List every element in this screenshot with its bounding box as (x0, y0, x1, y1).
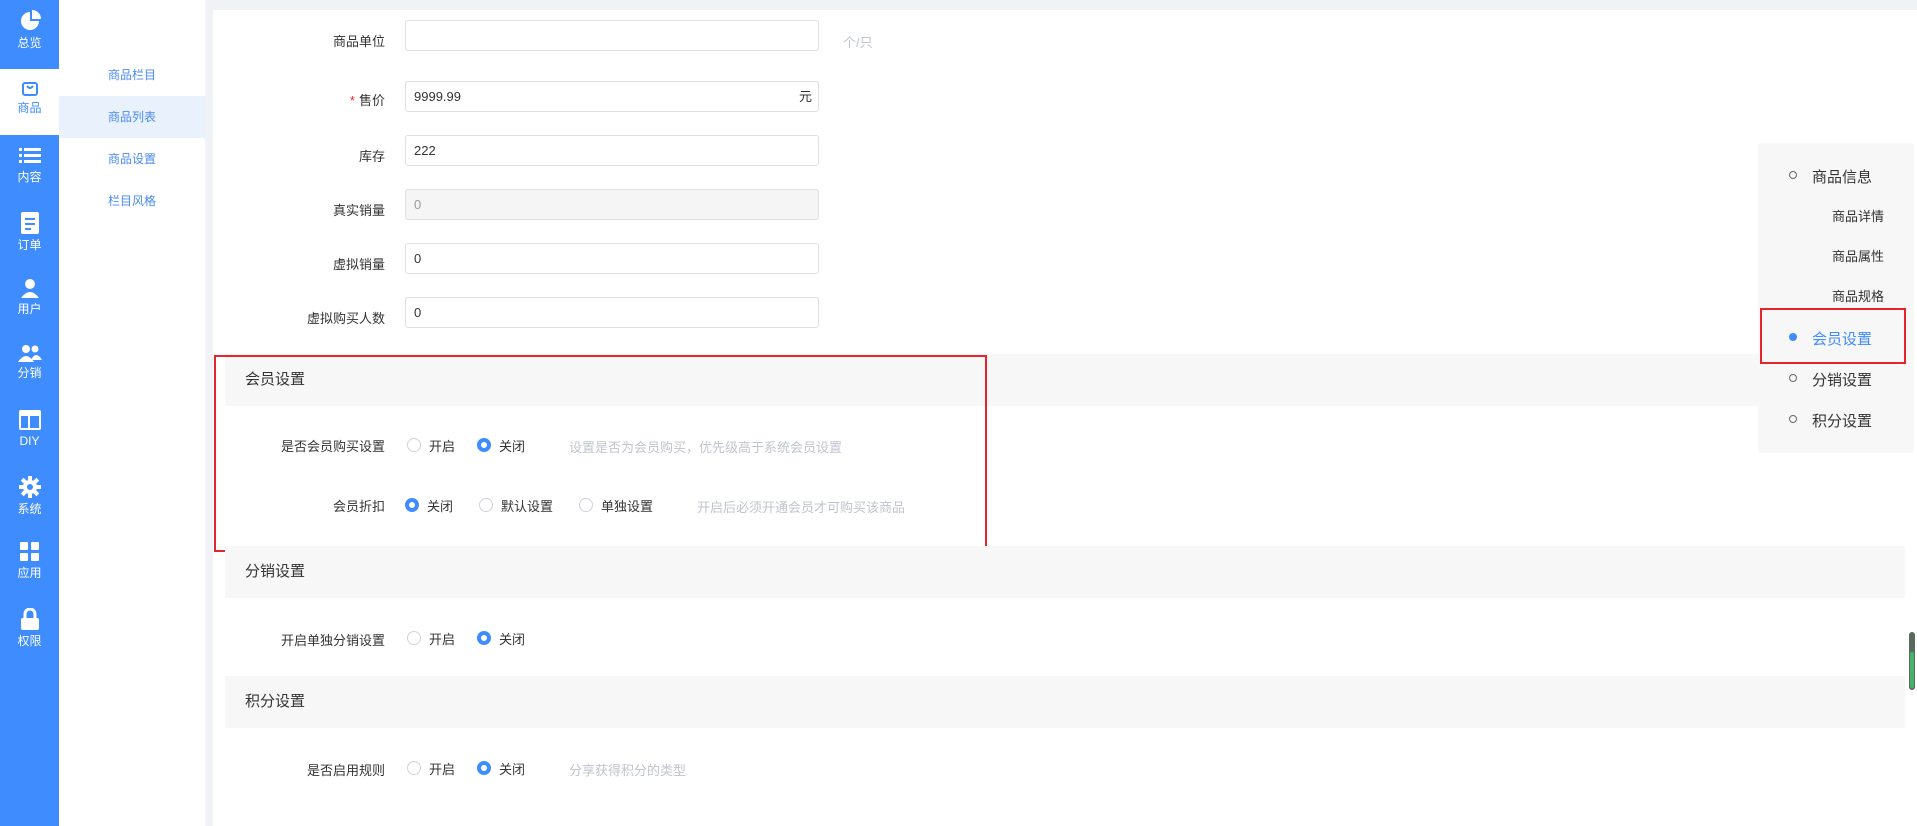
sub-item-goods-settings[interactable]: 商品设置 (59, 138, 205, 180)
top-strip (213, 0, 1917, 10)
nav-label: 分销 (17, 366, 42, 380)
anchor-nav: 商品信息 商品详情 商品属性 商品规格 会员设置 分销设置 积分设置 (1758, 143, 1914, 453)
anchor-points-settings[interactable]: 积分设置 (1789, 410, 1872, 431)
unit-label: 商品单位 (332, 34, 385, 49)
users-icon (17, 345, 42, 362)
sidebar-divider (205, 0, 213, 826)
nav-item-overview[interactable]: 总览 (0, 0, 59, 66)
scrollbar-thumb[interactable] (1910, 652, 1914, 688)
pie-chart-icon (20, 10, 41, 30)
points-setting-label: 是否启用规则 (306, 763, 385, 778)
sub-item-goods-category[interactable]: 商品栏目 (59, 54, 205, 96)
anchor-distribution-settings[interactable]: 分销设置 (1789, 369, 1872, 390)
nav-label: 订单 (17, 238, 42, 252)
stock-input[interactable] (405, 135, 819, 166)
unit-hint: 个/只 (843, 35, 873, 50)
user-icon (20, 279, 39, 298)
virtual-buyers-label: 虚拟购买人数 (306, 311, 385, 326)
shopping-bag-icon (21, 82, 38, 96)
distribution-section-title: 分销设置 (245, 563, 306, 580)
points-hint: 分享获得积分的类型 (569, 763, 687, 778)
radio-label: 关闭 (499, 631, 526, 647)
nav-label: 权限 (17, 634, 42, 648)
points-option-off[interactable]: 关闭 (477, 758, 525, 778)
nav-label: 内容 (17, 170, 42, 184)
nav-item-goods[interactable]: 商品 (0, 69, 59, 135)
required-mark: * (349, 93, 355, 108)
anchor-goods-spec[interactable]: 商品规格 (1832, 286, 1884, 305)
distribution-option-on[interactable]: 开启 (407, 628, 455, 648)
nav-item-users[interactable]: 用户 (0, 268, 59, 334)
radio-dot (407, 631, 421, 645)
points-option-on[interactable]: 开启 (407, 758, 455, 778)
distribution-option-off[interactable]: 关闭 (477, 628, 525, 648)
virtual-sales-label: 虚拟销量 (332, 257, 385, 272)
anchor-dot (1789, 415, 1797, 423)
nav-item-orders[interactable]: 订单 (0, 202, 59, 268)
virtual-sales-input[interactable] (405, 243, 819, 274)
price-label-text: 售价 (358, 93, 385, 108)
sub-item-category-style[interactable]: 栏目风格 (59, 180, 205, 222)
nav-item-diy[interactable]: DIY (0, 400, 59, 466)
points-section-title: 积分设置 (245, 693, 306, 710)
anchor-dot (1789, 171, 1797, 179)
nav-label: 用户 (17, 302, 42, 316)
highlight-box-anchor (1760, 308, 1906, 364)
gear-icon (18, 476, 41, 498)
nav-item-content[interactable]: 内容 (0, 136, 59, 202)
real-sales-input (405, 189, 819, 220)
points-section-header: 积分设置 (225, 676, 1905, 728)
grid-icon (19, 542, 39, 561)
anchor-goods-info[interactable]: 商品信息 (1789, 166, 1872, 187)
anchor-dot (1789, 374, 1797, 382)
nav-label: 系统 (17, 502, 42, 516)
radio-label: 开启 (429, 761, 456, 777)
radio-dot (407, 761, 421, 775)
virtual-buyers-input[interactable] (405, 297, 819, 328)
anchor-goods-attr[interactable]: 商品属性 (1832, 246, 1884, 265)
list-icon (18, 148, 41, 163)
nav-label: 应用 (17, 566, 42, 580)
nav-item-permissions[interactable]: 权限 (0, 598, 59, 664)
sub-menu: 商品栏目 商品列表 商品设置 栏目风格 (59, 0, 205, 826)
sub-item-goods-list[interactable]: 商品列表 (59, 96, 205, 138)
nav-label: DIY (19, 434, 40, 448)
radio-label: 开启 (429, 631, 456, 647)
radio-label: 关闭 (499, 761, 526, 777)
nav-item-system[interactable]: 系统 (0, 466, 59, 532)
nav-label: 总览 (17, 36, 42, 50)
radio-dot (477, 761, 491, 775)
nav-item-apps[interactable]: 应用 (0, 532, 59, 598)
real-sales-label: 真实销量 (332, 203, 385, 218)
price-value: 9999.99 (414, 89, 461, 104)
price-input[interactable]: 9999.99 元 (405, 81, 819, 112)
distribution-setting-label: 开启单独分销设置 (280, 633, 385, 648)
nav-item-distribution[interactable]: 分销 (0, 334, 59, 400)
anchor-goods-detail[interactable]: 商品详情 (1832, 206, 1884, 225)
highlight-box-member (214, 355, 987, 552)
unit-input[interactable] (405, 20, 819, 51)
stock-label: 库存 (358, 149, 385, 164)
distribution-section-header: 分销设置 (225, 546, 1905, 598)
lock-icon (20, 608, 39, 630)
radio-dot (477, 631, 491, 645)
nav-label: 商品 (17, 101, 42, 115)
nav-rail: 总览 商品 内容 订单 用户 分销 DIY 系统 应用 权限 (0, 0, 59, 826)
price-suffix: 元 (798, 89, 812, 104)
layout-icon (18, 410, 41, 430)
price-label: * 售价 (215, 90, 385, 109)
document-icon (20, 212, 39, 234)
